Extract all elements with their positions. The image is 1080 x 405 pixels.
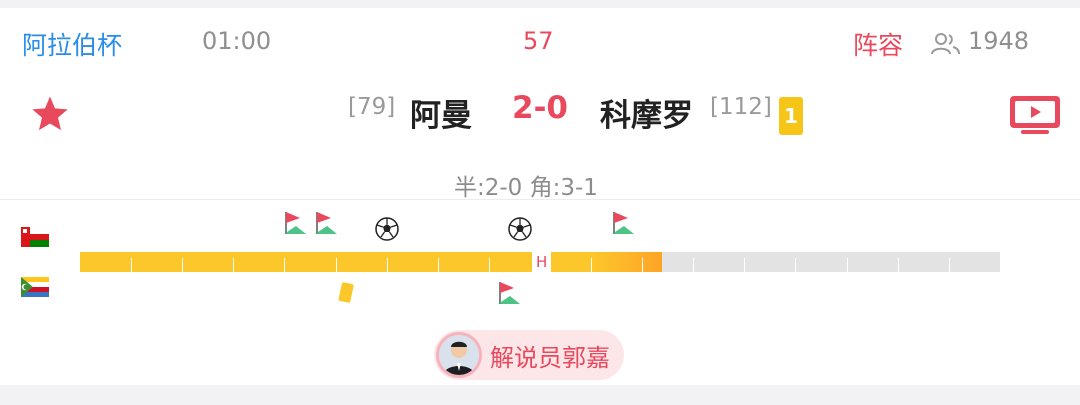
timeline-tick xyxy=(131,258,132,272)
goal-ball-icon xyxy=(375,217,399,241)
commentator-avatar xyxy=(436,332,482,378)
timeline-tick xyxy=(233,258,234,272)
people-icon xyxy=(931,33,960,55)
timeline-tick xyxy=(387,258,388,272)
timeline-tick xyxy=(591,258,592,272)
timeline-tick xyxy=(693,258,694,272)
league-name[interactable]: 阿拉伯杯 xyxy=(22,26,122,62)
timeline-tick xyxy=(336,258,337,272)
corner-flag-icon xyxy=(315,212,337,234)
match-timeline: H xyxy=(80,250,1000,274)
oman-flag xyxy=(21,227,49,247)
commentator-button[interactable]: 解说员郭嘉 xyxy=(434,330,624,380)
timeline-tick xyxy=(949,258,950,272)
half-and-corner-summary: 半:2-0 角:3-1 xyxy=(454,175,598,201)
comoros-flag xyxy=(21,277,49,297)
corner-flag-icon xyxy=(612,212,634,234)
commentator-label: 解说员郭嘉 xyxy=(490,343,610,372)
away-team-rank: [112] xyxy=(710,94,772,120)
viewer-count: 1948 xyxy=(968,27,1030,55)
timeline-tick xyxy=(284,258,285,272)
away-yellow-card-badge: 1 xyxy=(779,97,803,135)
timeline-tick xyxy=(489,258,490,272)
match-minute: 57 xyxy=(523,27,554,55)
home-team-rank: [79] xyxy=(348,94,396,120)
divider xyxy=(0,199,1080,200)
half-time-marker: H xyxy=(532,250,552,274)
match-card[interactable]: 阿拉伯杯 01:00 57 阵容 1948 [79] 阿曼 2-0 科摩罗 [1… xyxy=(0,8,1080,385)
tv-play-icon[interactable] xyxy=(1009,95,1061,135)
kickoff-time: 01:00 xyxy=(202,27,272,55)
timeline-tick xyxy=(847,258,848,272)
timeline-tick xyxy=(744,258,745,272)
timeline-tick xyxy=(898,258,899,272)
home-team-name[interactable]: 阿曼 xyxy=(410,90,472,135)
corner-flag-icon xyxy=(498,282,520,304)
star-icon[interactable] xyxy=(29,94,71,134)
goal-ball-icon xyxy=(508,217,532,241)
lineup-link[interactable]: 阵容 xyxy=(853,26,903,62)
timeline-tick xyxy=(438,258,439,272)
timeline-tick xyxy=(642,258,643,272)
corner-flag-icon xyxy=(284,212,306,234)
timeline-tick xyxy=(182,258,183,272)
match-score: 2-0 xyxy=(512,90,569,126)
away-team-name[interactable]: 科摩罗 xyxy=(600,90,693,135)
timeline-progress-tip xyxy=(592,252,662,272)
timeline-tick xyxy=(795,258,796,272)
yellow-card-icon xyxy=(338,282,354,303)
